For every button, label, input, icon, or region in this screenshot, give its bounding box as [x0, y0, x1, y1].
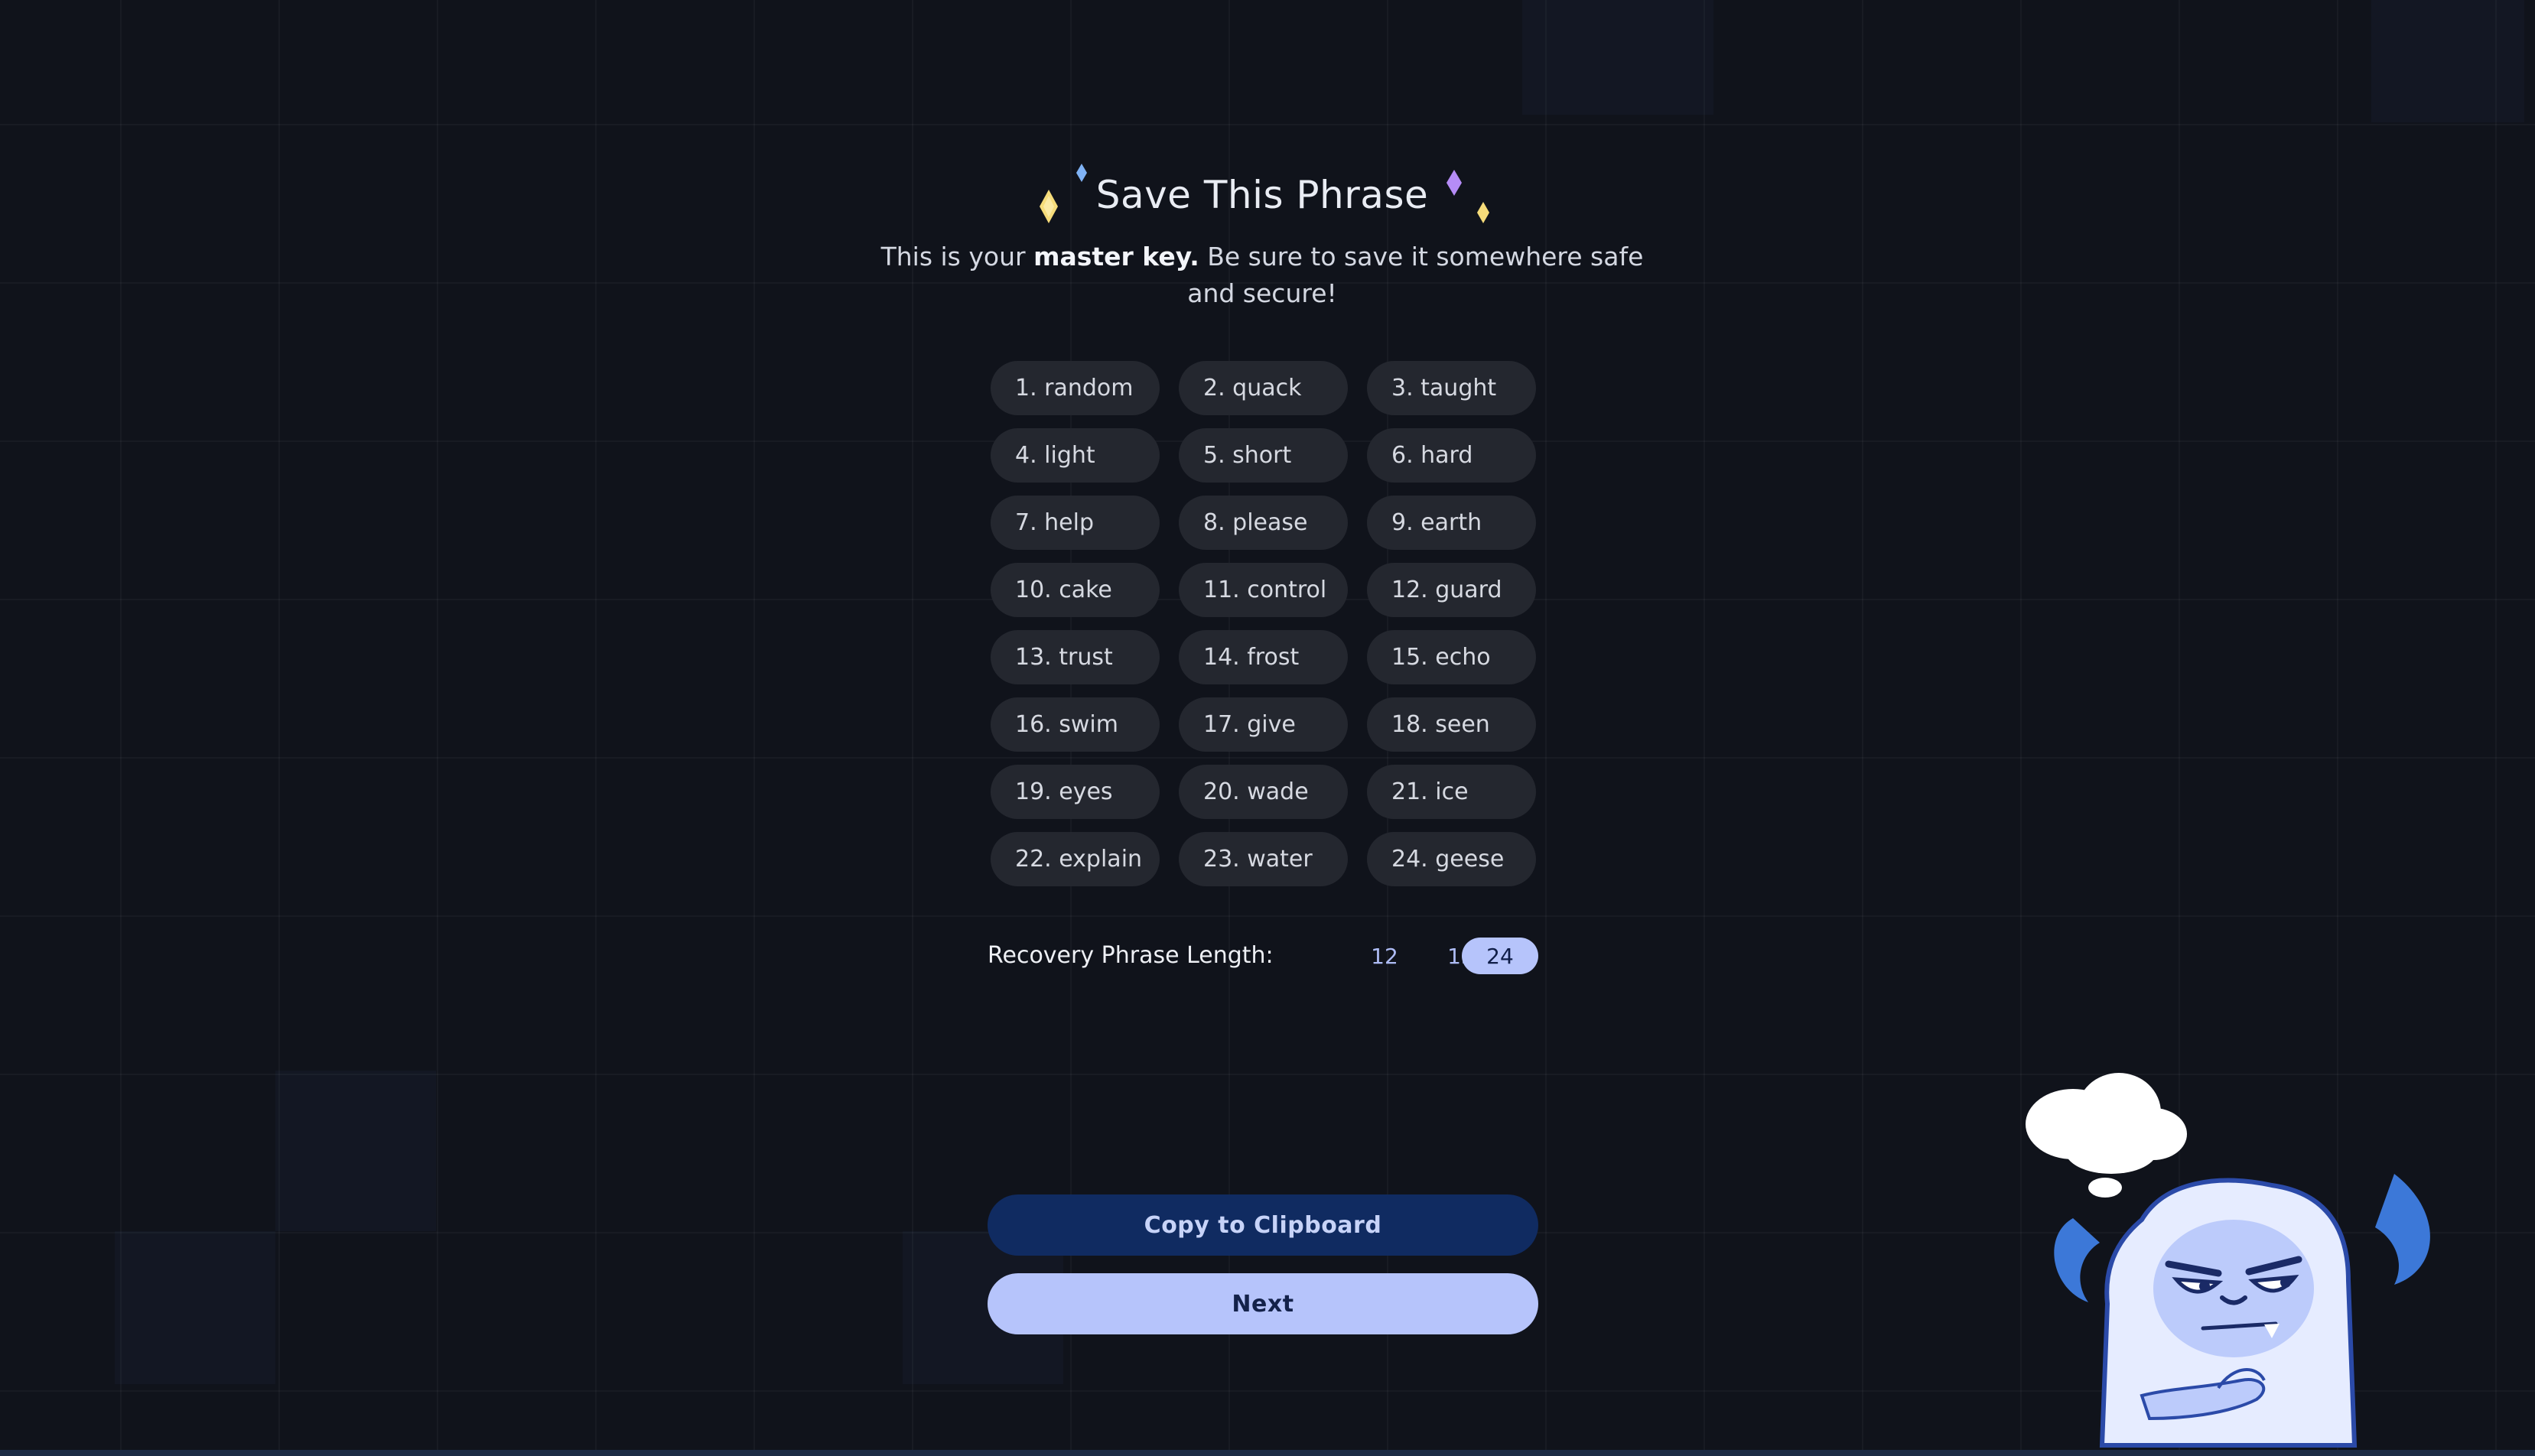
bottom-border [0, 1450, 2535, 1456]
phrase-word: 17. give [1179, 697, 1348, 752]
bg-tile [2371, 0, 2524, 122]
subtitle-text: This is your [880, 242, 1034, 271]
copy-to-clipboard-button[interactable]: Copy to Clipboard [988, 1194, 1538, 1256]
phrase-word: 2. quack [1179, 361, 1348, 415]
phrase-word: 7. help [991, 496, 1160, 550]
phrase-word: 18. seen [1367, 697, 1536, 752]
subtitle-text: Be sure to save it somewhere safe and se… [1187, 242, 1644, 308]
phrase-word: 5. short [1179, 428, 1348, 483]
phrase-length-selector: Recovery Phrase Length: 12 15 24 [988, 936, 1538, 974]
length-option-12[interactable]: 12 [1346, 938, 1423, 974]
phrase-word: 16. swim [991, 697, 1160, 752]
phrase-word: 6. hard [1367, 428, 1536, 483]
phrase-word: 4. light [991, 428, 1160, 483]
bg-tile [1522, 0, 1713, 115]
phrase-word: 14. frost [1179, 630, 1348, 684]
bg-tile [275, 1071, 436, 1231]
bg-tile [115, 1231, 275, 1384]
page-subtitle: This is your master key. Be sure to save… [880, 239, 1645, 312]
next-button[interactable]: Next [988, 1273, 1538, 1334]
phrase-word: 24. geese [1367, 832, 1536, 886]
phrase-word: 19. eyes [991, 765, 1160, 819]
subtitle-emphasis: master key. [1033, 242, 1199, 271]
phrase-word: 9. earth [1367, 496, 1536, 550]
phrase-word: 1. random [991, 361, 1160, 415]
app-background: Save This Phrase This is your master key… [0, 0, 2535, 1456]
page-title: Save This Phrase [1095, 173, 1429, 217]
yeti-mascot [2026, 1073, 2430, 1448]
phrase-word: 13. trust [991, 630, 1160, 684]
phrase-word: 12. guard [1367, 563, 1536, 617]
phrase-word: 21. ice [1367, 765, 1536, 819]
phrase-word: 10. cake [991, 563, 1160, 617]
phrase-word: 8. please [1179, 496, 1348, 550]
phrase-length-label: Recovery Phrase Length: [988, 942, 1274, 969]
recovery-phrase-grid: 1. random 2. quack 3. taught 4. light 5.… [991, 361, 1536, 886]
thought-bubble-icon [2026, 1073, 2187, 1198]
phrase-word: 22. explain [991, 832, 1160, 886]
phrase-word: 20. wade [1179, 765, 1348, 819]
phrase-word: 11. control [1179, 563, 1348, 617]
length-option-24[interactable]: 24 [1462, 938, 1538, 974]
phrase-word: 3. taught [1367, 361, 1536, 415]
phrase-word: 15. echo [1367, 630, 1536, 684]
phrase-word: 23. water [1179, 832, 1348, 886]
